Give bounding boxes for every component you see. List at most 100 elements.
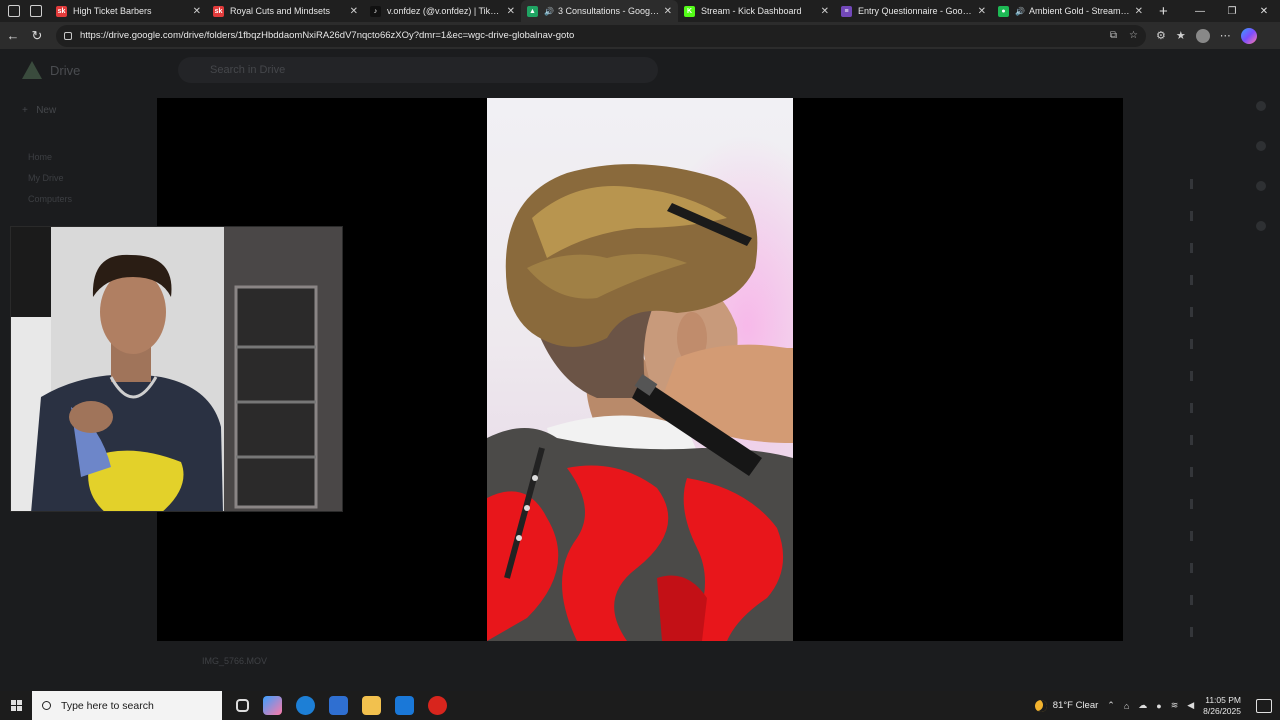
drive-new-button[interactable]: + New xyxy=(22,105,56,116)
drive-nav-computers[interactable]: Computers xyxy=(28,189,72,210)
pinned-apps xyxy=(236,696,447,715)
webcam-frame xyxy=(11,227,342,511)
browser-tab[interactable]: ≡ Entry Questionnaire - Google F ✕ xyxy=(835,0,992,22)
edge-icon[interactable] xyxy=(296,696,315,715)
moon-icon xyxy=(1034,699,1047,712)
show-hidden-icons[interactable]: ⌃ xyxy=(1107,700,1115,711)
row-more-icon[interactable] xyxy=(1190,563,1193,573)
copilot-app-icon[interactable] xyxy=(263,696,282,715)
row-more-icon[interactable] xyxy=(1190,627,1193,637)
task-view-icon[interactable] xyxy=(236,699,249,712)
tab-actions-icon[interactable] xyxy=(30,5,42,17)
tab-label: Stream - Kick Dashboard xyxy=(701,6,802,16)
drive-nav-my-drive[interactable]: My Drive xyxy=(28,168,72,189)
extensions-icon[interactable]: ⚙ xyxy=(1156,29,1166,42)
row-more-icon[interactable] xyxy=(1190,499,1193,509)
row-more-icon[interactable] xyxy=(1190,595,1193,605)
tab-label: Entry Questionnaire - Google F xyxy=(858,6,974,16)
microphone-icon[interactable]: ● xyxy=(1156,701,1161,711)
weather-widget[interactable]: 81°F Clear xyxy=(1034,699,1098,712)
browser-tab-strip: sk High Ticket Barbers ✕ sk Royal Cuts and M… xyxy=(0,0,1280,22)
url-text[interactable]: https://drive.google.com/drive/folders/1… xyxy=(80,30,574,41)
tab-favicon-icon: ♪ xyxy=(370,5,381,17)
recording-app-icon[interactable] xyxy=(428,696,447,715)
tab-close-icon[interactable]: ✕ xyxy=(978,6,986,17)
file-explorer-icon[interactable] xyxy=(362,696,381,715)
back-icon[interactable]: ← xyxy=(2,25,24,47)
tab-favicon-icon: ≡ xyxy=(841,5,852,17)
row-more-icon[interactable] xyxy=(1190,467,1193,477)
taskbar-search-placeholder: Type here to search xyxy=(61,699,154,712)
app-available-icon[interactable]: ⧉ xyxy=(1110,30,1117,41)
drive-nav-home[interactable]: Home xyxy=(28,147,72,168)
row-more-icon[interactable] xyxy=(1190,211,1193,221)
browser-tab[interactable]: sk Royal Cuts and Mindsets ✕ xyxy=(207,0,364,22)
tab-close-icon[interactable]: ✕ xyxy=(193,6,201,17)
browser-tab[interactable]: ♪ v.onfdez (@v.onfdez) | TikTok ✕ xyxy=(364,0,521,22)
tab-close-icon[interactable]: ✕ xyxy=(1135,6,1143,17)
row-more-icon[interactable] xyxy=(1190,435,1193,445)
tab-close-icon[interactable]: ✕ xyxy=(664,6,672,17)
drive-file-name[interactable]: IMG_5766.MOV xyxy=(202,656,267,666)
clock-date: 8/26/2025 xyxy=(1203,705,1241,716)
tab-audio-icon[interactable]: 🔊 xyxy=(544,7,554,16)
calendar-icon[interactable] xyxy=(1256,101,1266,111)
tab-audio-icon[interactable]: 🔊 xyxy=(1015,7,1025,16)
new-tab-button[interactable]: + xyxy=(1149,3,1178,20)
tab-close-icon[interactable]: ✕ xyxy=(821,6,829,17)
keep-icon[interactable] xyxy=(1256,141,1266,151)
row-more-icon[interactable] xyxy=(1190,339,1193,349)
onedrive-icon[interactable]: ☁ xyxy=(1138,700,1147,711)
volume-icon[interactable]: ◀ xyxy=(1187,700,1194,711)
notifications-icon[interactable] xyxy=(1256,698,1272,713)
tab-list: sk High Ticket Barbers ✕ sk Royal Cuts and M… xyxy=(50,0,1149,22)
row-more-icon[interactable] xyxy=(1190,531,1193,541)
tab-label: v.onfdez (@v.onfdez) | TikTok xyxy=(387,6,503,16)
outlook-icon[interactable] xyxy=(395,696,414,715)
tab-favicon-icon: sk xyxy=(213,5,224,17)
row-more-icon[interactable] xyxy=(1190,403,1193,413)
windows-taskbar: Type here to search 81°F Clear ⌃ ⌂ ☁ ● ≋… xyxy=(0,691,1280,720)
system-tray: 81°F Clear ⌃ ⌂ ☁ ● ≋ ◀ 11:05 PM 8/26/202… xyxy=(1034,691,1280,720)
refresh-icon[interactable]: ↻ xyxy=(26,25,48,47)
tab-favicon-icon: ● xyxy=(998,5,1009,17)
drive-logo: Drive xyxy=(22,61,80,79)
row-more-icon[interactable] xyxy=(1190,371,1193,381)
row-more-icon[interactable] xyxy=(1190,275,1193,285)
browser-tab[interactable]: ● 🔊 Ambient Gold - StreamBea ✕ xyxy=(992,0,1149,22)
browser-tab[interactable]: sk High Ticket Barbers ✕ xyxy=(50,0,207,22)
restore-icon[interactable]: ❐ xyxy=(1216,0,1248,22)
browser-tab[interactable]: ▲ 🔊 3 Consultations - Google D ✕ xyxy=(521,0,678,22)
site-info-icon[interactable] xyxy=(64,31,72,40)
wifi-icon[interactable]: ≋ xyxy=(1171,700,1179,711)
taskbar-search-input[interactable]: Type here to search xyxy=(32,691,222,720)
row-more-icon[interactable] xyxy=(1190,243,1193,253)
store-icon[interactable] xyxy=(329,696,348,715)
favorite-star-icon[interactable]: ☆ xyxy=(1129,30,1138,41)
address-bar[interactable]: https://drive.google.com/drive/folders/1… xyxy=(56,24,1146,47)
windows-logo-icon xyxy=(10,700,22,711)
drive-search-input[interactable]: Search in Drive xyxy=(178,57,658,83)
copilot-icon[interactable] xyxy=(1240,27,1257,44)
browser-tab[interactable]: K Stream - Kick Dashboard ✕ xyxy=(678,0,835,22)
video-player[interactable] xyxy=(487,98,793,641)
tab-close-icon[interactable]: ✕ xyxy=(507,6,515,17)
contacts-icon[interactable] xyxy=(1256,221,1266,231)
workspaces-icon[interactable] xyxy=(8,5,20,17)
start-button[interactable] xyxy=(0,691,32,720)
window-controls: — ❐ ✕ xyxy=(1184,0,1280,22)
profile-avatar[interactable] xyxy=(1195,28,1210,43)
window-icons xyxy=(0,0,50,22)
tasks-icon[interactable] xyxy=(1256,181,1266,191)
drive-row-menus xyxy=(1190,179,1193,637)
clock[interactable]: 11:05 PM 8/26/2025 xyxy=(1203,695,1241,717)
more-menu-icon[interactable]: ⋯ xyxy=(1220,29,1231,42)
close-window-icon[interactable]: ✕ xyxy=(1248,0,1280,22)
row-more-icon[interactable] xyxy=(1190,307,1193,317)
network-icon[interactable]: ⌂ xyxy=(1124,701,1129,711)
search-icon xyxy=(42,701,51,710)
tab-close-icon[interactable]: ✕ xyxy=(350,6,358,17)
row-more-icon[interactable] xyxy=(1190,179,1193,189)
minimize-icon[interactable]: — xyxy=(1184,0,1216,22)
favorites-icon[interactable]: ★ xyxy=(1176,29,1186,42)
